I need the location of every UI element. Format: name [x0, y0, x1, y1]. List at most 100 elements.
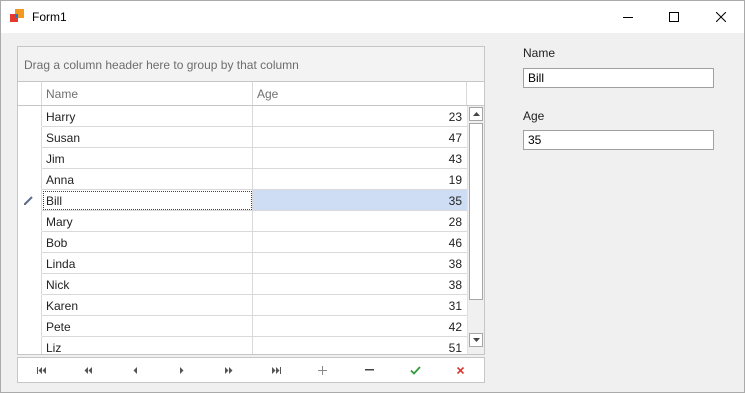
table-row[interactable]: Jim 43 [18, 148, 467, 169]
prev-page-icon [84, 366, 92, 374]
column-header-label: Age [257, 87, 279, 101]
nav-cancel-edit-button[interactable] [437, 358, 483, 382]
group-panel-text: Drag a column header here to group by th… [24, 58, 299, 72]
last-icon [271, 366, 281, 374]
vertical-scrollbar[interactable] [467, 106, 484, 354]
column-header-age[interactable]: Age [253, 82, 467, 105]
cell-name[interactable]: Harry [42, 106, 253, 127]
first-icon [36, 366, 46, 374]
table-row[interactable]: Anna 19 [18, 169, 467, 190]
cell-text: 46 [448, 236, 462, 250]
cell-age[interactable]: 28 [253, 211, 467, 232]
minimize-icon [623, 17, 633, 18]
cell-name[interactable]: Anna [42, 169, 253, 190]
cell-text: 38 [448, 257, 462, 271]
cell-name[interactable]: Nick [42, 274, 253, 295]
row-indicator[interactable] [18, 148, 42, 169]
cell-text: Liz [46, 341, 62, 354]
maximize-button[interactable] [651, 1, 697, 33]
arrow-up-icon [472, 112, 480, 116]
table-row[interactable]: Bill 35 [18, 190, 467, 211]
next-icon [180, 366, 184, 374]
table-row[interactable]: Linda 38 [18, 253, 467, 274]
cell-text: 38 [448, 278, 462, 292]
nav-remove-button[interactable] [346, 358, 392, 382]
cell-age[interactable]: 38 [253, 274, 467, 295]
cell-age[interactable]: 19 [253, 169, 467, 190]
cell-name[interactable]: Pete [42, 316, 253, 337]
name-label: Name [523, 46, 556, 60]
cell-name[interactable]: Susan [42, 127, 253, 148]
nav-next-page-button[interactable] [206, 358, 252, 382]
scroll-up-button[interactable] [469, 107, 483, 121]
data-grid[interactable]: Drag a column header here to group by th… [17, 46, 485, 355]
cell-text: Bob [46, 236, 68, 250]
cell-text: 19 [448, 173, 462, 187]
app-icon [10, 9, 24, 22]
cell-age[interactable]: 51 [253, 337, 467, 354]
age-label: Age [523, 109, 545, 123]
cell-name[interactable]: Karen [42, 295, 253, 316]
cell-name[interactable]: Bill [42, 190, 253, 211]
group-panel[interactable]: Drag a column header here to group by th… [18, 47, 484, 82]
row-indicator[interactable] [18, 274, 42, 295]
row-indicator[interactable] [18, 316, 42, 337]
cell-age[interactable]: 46 [253, 232, 467, 253]
row-indicator[interactable] [18, 295, 42, 316]
row-indicator[interactable] [18, 253, 42, 274]
cell-text: Mary [46, 215, 73, 229]
nav-last-button[interactable] [253, 358, 299, 382]
scroll-thumb[interactable] [469, 123, 483, 300]
cell-name[interactable]: Bob [42, 232, 253, 253]
name-field[interactable] [523, 68, 714, 88]
close-button[interactable] [698, 1, 744, 33]
prev-icon [133, 366, 137, 374]
cell-name[interactable]: Mary [42, 211, 253, 232]
cell-age[interactable]: 35 [253, 190, 467, 211]
row-indicator[interactable] [18, 211, 42, 232]
cell-name[interactable]: Liz [42, 337, 253, 354]
grid-navigator [17, 357, 485, 383]
row-indicator[interactable] [18, 106, 42, 127]
age-field[interactable] [523, 130, 714, 150]
title-bar[interactable]: Form1 [1, 1, 744, 33]
cell-text: Jim [46, 152, 65, 166]
cell-age[interactable]: 47 [253, 127, 467, 148]
table-row[interactable]: Karen 31 [18, 295, 467, 316]
table-row[interactable]: Susan 47 [18, 127, 467, 148]
table-row[interactable]: Liz 51 [18, 337, 467, 354]
column-header-name[interactable]: Name [42, 82, 253, 105]
table-row[interactable]: Harry 23 [18, 106, 467, 127]
scroll-down-button[interactable] [469, 333, 483, 347]
cell-text: Karen [46, 299, 79, 313]
table-row[interactable]: Pete 42 [18, 316, 467, 337]
nav-prev-button[interactable] [112, 358, 158, 382]
minimize-button[interactable] [605, 1, 651, 33]
cell-text: Linda [46, 257, 76, 271]
cell-name[interactable]: Linda [42, 253, 253, 274]
cell-name[interactable]: Jim [42, 148, 253, 169]
cell-age[interactable]: 38 [253, 253, 467, 274]
table-row[interactable]: Nick 38 [18, 274, 467, 295]
table-row[interactable]: Bob 46 [18, 232, 467, 253]
maximize-icon [669, 12, 679, 22]
cell-age[interactable]: 31 [253, 295, 467, 316]
nav-first-button[interactable] [18, 358, 64, 382]
row-indicator[interactable] [18, 337, 42, 354]
cell-text: 42 [448, 320, 462, 334]
row-indicator[interactable] [18, 232, 42, 253]
nav-end-edit-button[interactable] [392, 358, 438, 382]
cell-text: 28 [448, 215, 462, 229]
table-row[interactable]: Mary 28 [18, 211, 467, 232]
nav-prev-page-button[interactable] [65, 358, 111, 382]
nav-next-button[interactable] [159, 358, 205, 382]
arrow-down-icon [472, 338, 480, 342]
cell-age[interactable]: 23 [253, 106, 467, 127]
cell-age[interactable]: 42 [253, 316, 467, 337]
row-indicator[interactable] [18, 169, 42, 190]
nav-append-button[interactable] [299, 358, 345, 382]
cell-age[interactable]: 43 [253, 148, 467, 169]
cell-text: 31 [448, 299, 462, 313]
row-indicator[interactable] [18, 190, 42, 211]
row-indicator[interactable] [18, 127, 42, 148]
